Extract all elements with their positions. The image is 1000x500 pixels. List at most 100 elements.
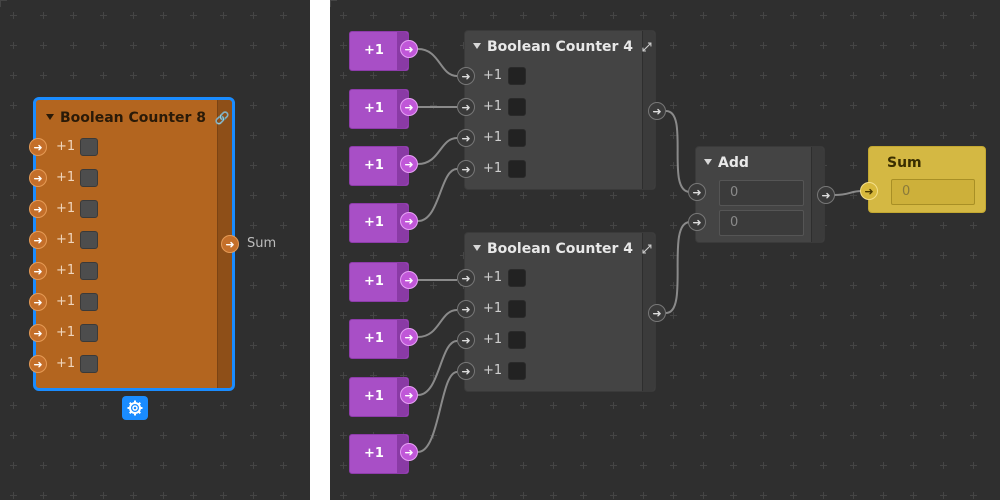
grid-marker — [460, 432, 467, 439]
input-checkbox[interactable] — [80, 169, 98, 187]
input-checkbox[interactable] — [80, 138, 98, 156]
input-checkbox[interactable] — [80, 324, 98, 342]
source-output-port[interactable]: ➜ — [400, 155, 418, 173]
input-checkbox[interactable] — [80, 200, 98, 218]
grid-marker — [130, 432, 137, 439]
input-checkbox[interactable] — [80, 262, 98, 280]
counter-input-label: +1 — [483, 99, 503, 114]
grid-marker — [970, 402, 977, 409]
grid-marker — [550, 12, 557, 19]
source-output-port[interactable]: ➜ — [400, 443, 418, 461]
input-port[interactable]: ➜ — [29, 200, 47, 218]
grid-marker — [940, 252, 947, 259]
input-checkbox[interactable] — [80, 355, 98, 373]
add-node[interactable]: Add 0 0 — [695, 146, 825, 243]
grid-marker — [850, 312, 857, 319]
grid-marker — [760, 282, 767, 289]
input-port[interactable]: ➜ — [29, 355, 47, 373]
grid-marker — [580, 462, 587, 469]
expand-icon[interactable]: ⤢ — [642, 242, 652, 256]
counter-input-label: +1 — [483, 130, 503, 145]
add-input-port-a[interactable]: ➜ — [688, 183, 706, 201]
counter-input-port[interactable]: ➜ — [457, 98, 475, 116]
grid-marker — [700, 372, 707, 379]
sum-value-field[interactable]: 0 — [891, 179, 975, 205]
grid-marker — [340, 42, 347, 49]
counter-input-label: +1 — [483, 332, 503, 347]
counter-input-checkbox[interactable] — [508, 98, 526, 116]
grid-marker — [430, 402, 437, 409]
sum-output-port[interactable]: ➜ — [221, 235, 239, 253]
input-label: +1 — [56, 263, 76, 278]
grid-marker — [850, 372, 857, 379]
grid-marker — [550, 222, 557, 229]
grid-marker — [970, 432, 977, 439]
grid-marker — [700, 342, 707, 349]
grid-marker — [370, 12, 377, 19]
grid-marker — [880, 342, 887, 349]
counter-input-port[interactable]: ➜ — [457, 362, 475, 380]
grid-marker — [220, 402, 227, 409]
input-port[interactable]: ➜ — [29, 293, 47, 311]
right-canvas[interactable] — [330, 0, 1000, 500]
input-port[interactable]: ➜ — [29, 138, 47, 156]
source-output-port[interactable]: ➜ — [400, 328, 418, 346]
grid-marker — [580, 402, 587, 409]
grid-marker — [910, 252, 917, 259]
source-output-port[interactable]: ➜ — [400, 271, 418, 289]
add-input-field-a[interactable]: 0 — [719, 180, 804, 206]
add-input-port-b[interactable]: ➜ — [688, 213, 706, 231]
source-output-port[interactable]: ➜ — [400, 212, 418, 230]
grid-marker — [670, 162, 677, 169]
sum-node[interactable]: Sum 0 — [868, 146, 986, 213]
grid-marker — [10, 342, 17, 349]
input-label: +1 — [56, 139, 76, 154]
counter-input-port[interactable]: ➜ — [457, 129, 475, 147]
input-checkbox[interactable] — [80, 293, 98, 311]
grid-marker — [220, 462, 227, 469]
sum-input-port[interactable]: ➜ — [860, 182, 878, 200]
grid-marker — [160, 402, 167, 409]
add-input-field-b[interactable]: 0 — [719, 210, 804, 236]
counter-bottom-output-port[interactable]: ➜ — [648, 304, 666, 322]
counter-input-checkbox[interactable] — [508, 160, 526, 178]
counter-input-checkbox[interactable] — [508, 331, 526, 349]
grid-marker — [10, 132, 17, 139]
counter-input-checkbox[interactable] — [508, 129, 526, 147]
grid-marker — [160, 432, 167, 439]
grid-marker — [820, 282, 827, 289]
source-output-port[interactable]: ➜ — [400, 386, 418, 404]
grid-marker — [10, 432, 17, 439]
grid-marker — [730, 72, 737, 79]
counter-input-port[interactable]: ➜ — [457, 160, 475, 178]
counter-input-checkbox[interactable] — [508, 300, 526, 318]
counter-input-checkbox[interactable] — [508, 362, 526, 380]
input-port[interactable]: ➜ — [29, 169, 47, 187]
grid-marker — [610, 432, 617, 439]
input-port[interactable]: ➜ — [29, 324, 47, 342]
grid-marker — [940, 342, 947, 349]
input-port[interactable]: ➜ — [29, 262, 47, 280]
add-output-port[interactable]: ➜ — [817, 186, 835, 204]
counter-input-checkbox[interactable] — [508, 269, 526, 287]
grid-marker — [280, 222, 287, 229]
source-output-port[interactable]: ➜ — [400, 40, 418, 58]
counter-input-port[interactable]: ➜ — [457, 67, 475, 85]
source-label: +1 — [364, 101, 384, 116]
input-checkbox[interactable] — [80, 231, 98, 249]
counter-input-port[interactable]: ➜ — [457, 269, 475, 287]
source-output-port[interactable]: ➜ — [400, 98, 418, 116]
link-icon[interactable]: 🔗 — [215, 111, 230, 125]
grid-marker — [340, 342, 347, 349]
grid-marker — [280, 312, 287, 319]
counter-input-checkbox[interactable] — [508, 67, 526, 85]
grid-marker — [40, 72, 47, 79]
settings-button[interactable] — [122, 396, 148, 420]
grid-marker — [910, 432, 917, 439]
counter-top-output-port[interactable]: ➜ — [648, 102, 666, 120]
counter-input-port[interactable]: ➜ — [457, 300, 475, 318]
input-port[interactable]: ➜ — [29, 231, 47, 249]
counter-input-port[interactable]: ➜ — [457, 331, 475, 349]
source-label: +1 — [364, 389, 384, 404]
expand-icon[interactable]: ⤢ — [642, 40, 652, 54]
